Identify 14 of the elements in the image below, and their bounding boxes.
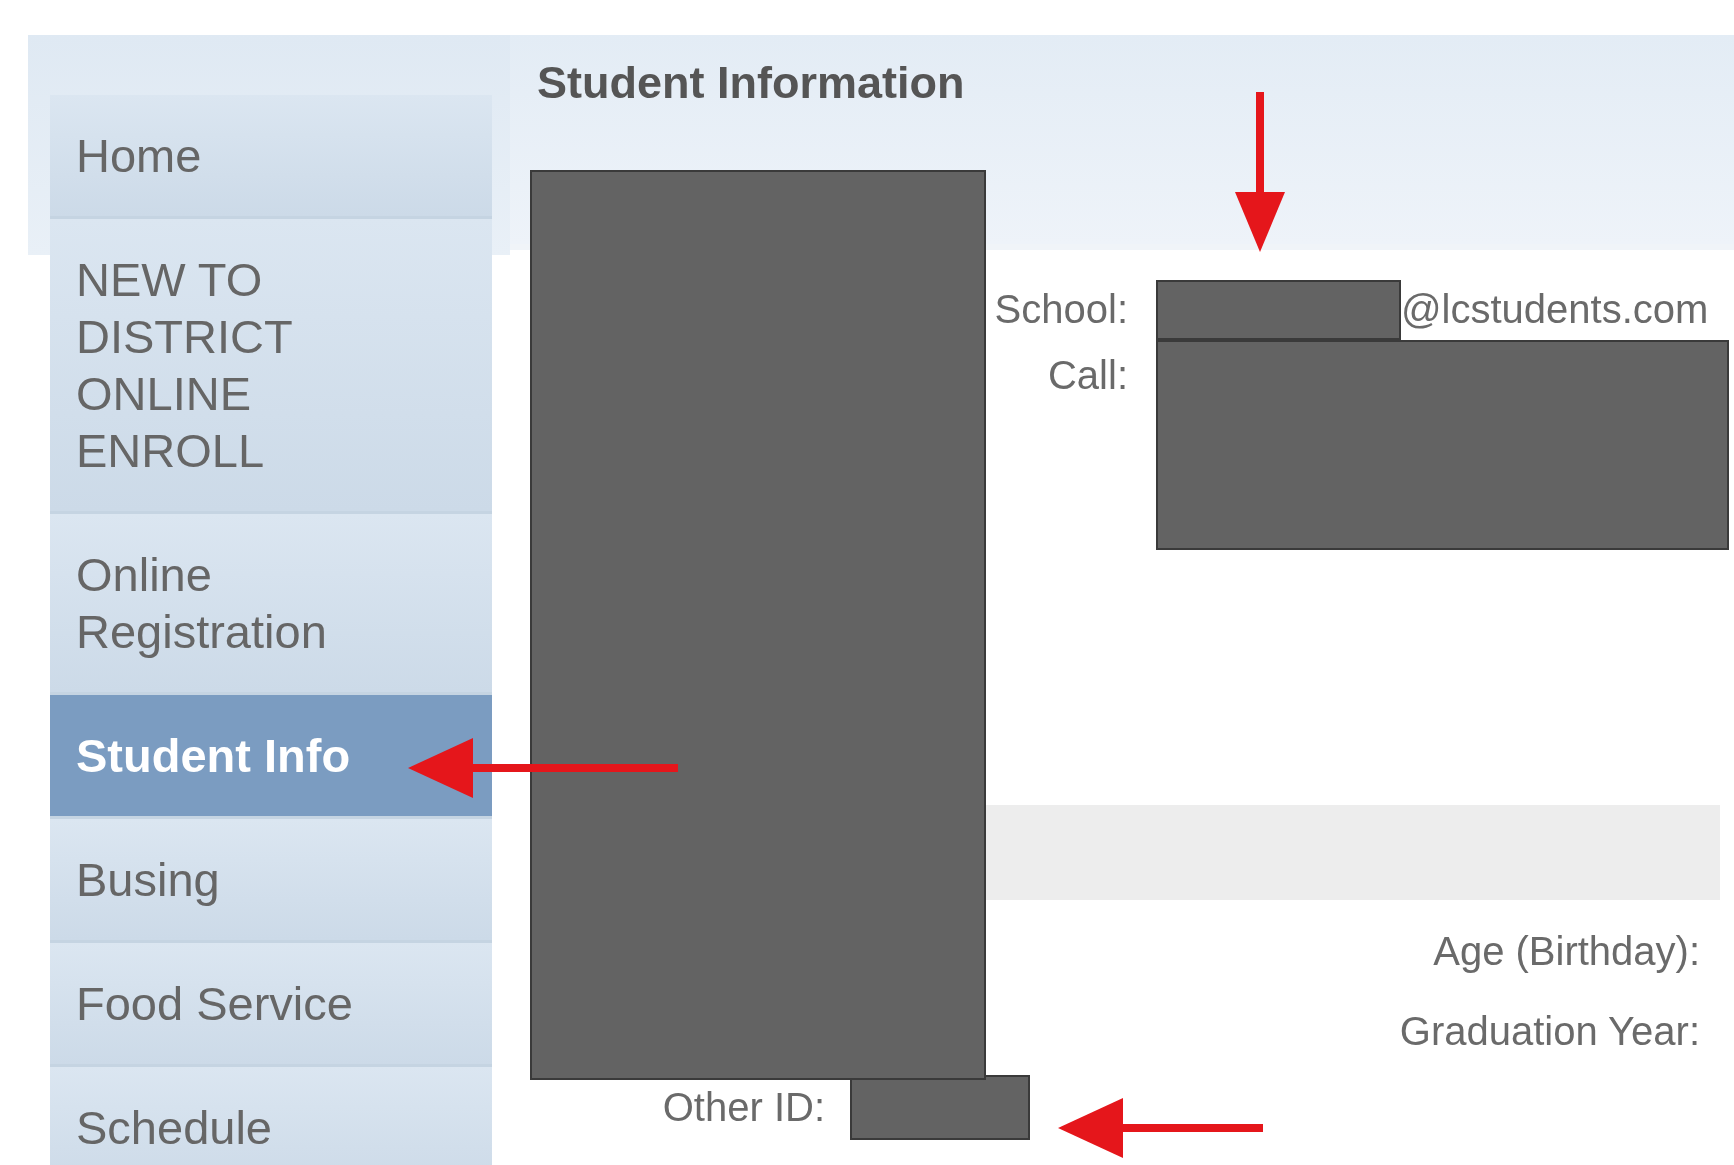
sidebar-item[interactable]: Home	[50, 95, 492, 219]
field-label: School:	[994, 286, 1128, 333]
field-label: Graduation Year:	[1399, 1008, 1700, 1055]
sidebar-item[interactable]: NEW TO DISTRICT ONLINE ENROLL	[50, 219, 492, 514]
field-label: Other ID:	[661, 1085, 825, 1130]
sidebar-item[interactable]: Schedule	[50, 1067, 492, 1165]
field-label: Age (Birthday):	[1433, 928, 1700, 975]
sidebar-item[interactable]: Online Registration	[50, 514, 492, 695]
sidebar-item[interactable]: Student Info	[50, 695, 492, 819]
sidebar-item[interactable]: Food Service	[50, 943, 492, 1067]
page-title: Student Information	[537, 57, 965, 108]
sidebar-item[interactable]: Busing	[50, 819, 492, 943]
email-domain: @lcstudents.com	[1401, 286, 1709, 333]
field-label: Call:	[1047, 352, 1128, 399]
